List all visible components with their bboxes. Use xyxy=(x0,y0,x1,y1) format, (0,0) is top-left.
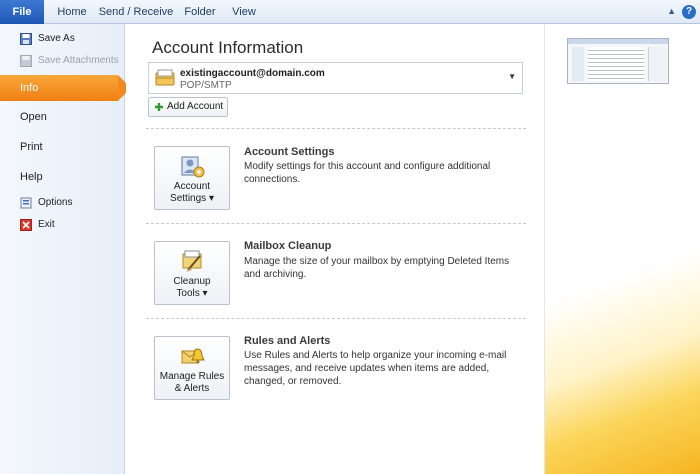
save-attachments-button[interactable]: Save Attachments xyxy=(0,50,125,72)
nav-open[interactable]: Open xyxy=(0,104,125,130)
manage-rules-button-label: Manage Rules & Alerts xyxy=(159,371,225,394)
account-settings-icon xyxy=(181,156,205,178)
outlook-window-thumbnail xyxy=(567,38,669,84)
divider xyxy=(146,128,526,129)
tab-send-receive[interactable]: Send / Receive xyxy=(98,0,174,24)
account-settings-button-label: Account Settings ▾ xyxy=(170,181,214,204)
add-icon xyxy=(155,103,163,111)
account-settings-title: Account Settings xyxy=(244,146,335,158)
account-type: POP/SMTP xyxy=(180,80,232,91)
account-email: existingaccount@domain.com xyxy=(180,68,325,79)
tab-view[interactable]: View xyxy=(226,0,262,24)
manage-rules-alerts-button[interactable]: Manage Rules & Alerts xyxy=(154,336,230,400)
account-info-panel: Account Information existingaccount@doma… xyxy=(126,24,544,474)
divider xyxy=(146,318,526,319)
exit-button[interactable]: Exit xyxy=(0,214,125,236)
mailbox-cleanup-title: Mailbox Cleanup xyxy=(244,240,332,252)
cleanup-tools-button-label: Cleanup Tools ▾ xyxy=(173,276,211,299)
add-account-button[interactable]: Add Account xyxy=(148,97,228,117)
rules-alerts-icon xyxy=(181,348,205,364)
nav-info[interactable]: Info xyxy=(0,75,131,101)
save-icon xyxy=(20,33,32,45)
save-as-label: Save As xyxy=(38,33,75,44)
exit-label: Exit xyxy=(38,219,55,230)
save-attachments-icon xyxy=(20,55,32,67)
page-title: Account Information xyxy=(152,38,304,57)
nav-print[interactable]: Print xyxy=(0,134,125,160)
mailbox-icon xyxy=(155,69,175,86)
cleanup-tools-icon xyxy=(182,250,202,272)
tab-file[interactable]: File xyxy=(0,0,44,24)
save-as-button[interactable]: Save As xyxy=(0,28,125,50)
options-icon xyxy=(20,197,32,209)
account-settings-description: Modify settings for this account and con… xyxy=(244,161,491,185)
account-selector[interactable]: existingaccount@domain.com POP/SMTP ▼ xyxy=(148,62,523,94)
minimize-ribbon-icon[interactable]: ▲ xyxy=(667,6,676,16)
rules-alerts-description: Use Rules and Alerts to help organize yo… xyxy=(244,350,507,387)
tab-home[interactable]: Home xyxy=(50,0,94,24)
options-button[interactable]: Options xyxy=(0,192,125,214)
ribbon-tab-bar: File Home Send / Receive Folder View ▲ ? xyxy=(0,0,700,24)
preview-pane xyxy=(544,24,700,474)
account-settings-button[interactable]: Account Settings ▾ xyxy=(154,146,230,210)
save-attachments-label: Save Attachments xyxy=(38,55,119,66)
tab-folder[interactable]: Folder xyxy=(178,0,222,24)
rules-alerts-title: Rules and Alerts xyxy=(244,335,331,347)
nav-help[interactable]: Help xyxy=(0,164,125,190)
options-label: Options xyxy=(38,197,73,208)
exit-icon xyxy=(20,219,32,231)
help-icon[interactable]: ? xyxy=(682,5,696,19)
mailbox-cleanup-description: Manage the size of your mailbox by empty… xyxy=(244,256,510,280)
divider xyxy=(146,223,526,224)
cleanup-tools-button[interactable]: Cleanup Tools ▾ xyxy=(154,241,230,305)
chevron-down-icon[interactable]: ▼ xyxy=(508,72,516,81)
add-account-label: Add Account xyxy=(167,101,224,112)
backstage-nav: Save As Save Attachments Info Open Print… xyxy=(0,24,131,474)
